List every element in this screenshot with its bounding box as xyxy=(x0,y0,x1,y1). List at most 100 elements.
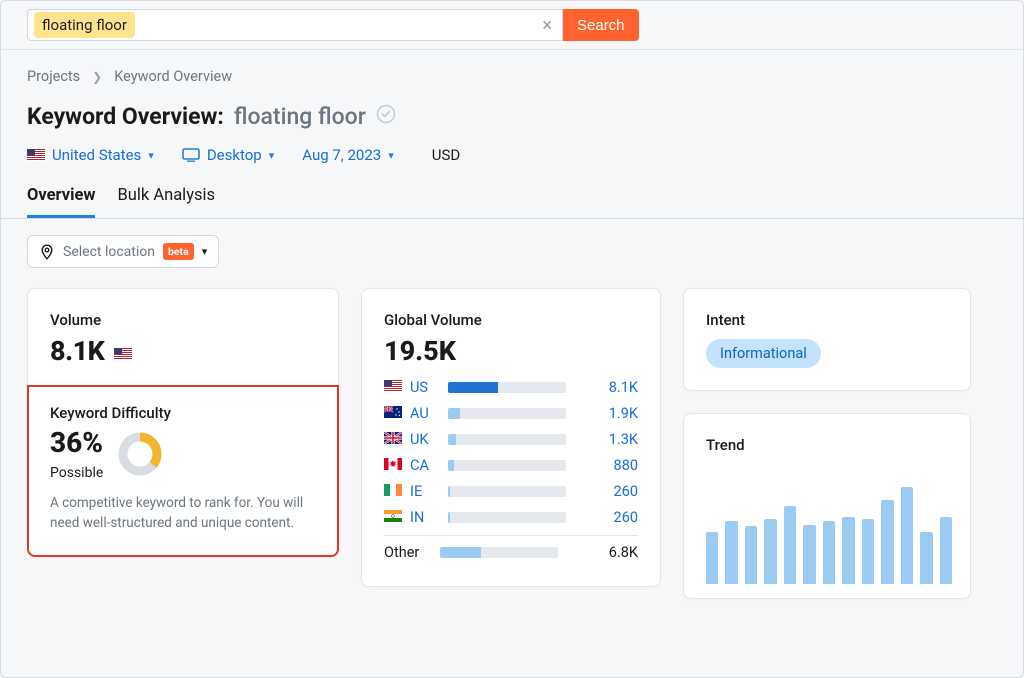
bar-fill xyxy=(448,382,498,393)
bar xyxy=(448,382,566,393)
trend-bar xyxy=(745,526,757,584)
us-flag-icon xyxy=(384,379,402,396)
country-list: US8.1K AU 1.9K UK 1.3K CA 880 IE 260 IN 260 xyxy=(384,379,638,526)
country-row[interactable]: IE 260 xyxy=(384,483,638,500)
bar xyxy=(440,547,558,558)
location-placeholder: Select location xyxy=(63,244,155,260)
country-filter[interactable]: United States ▾ xyxy=(27,146,154,164)
chevron-down-icon: ▾ xyxy=(388,149,394,162)
global-volume-value: 19.5K xyxy=(384,335,638,367)
us-flag-icon xyxy=(27,149,45,161)
location-row: Select location beta ▾ xyxy=(1,219,1023,268)
trend-bar xyxy=(901,487,913,584)
country-code: IN xyxy=(410,509,440,526)
country-value: 6.8K xyxy=(566,544,638,561)
volume-value: 8.1K xyxy=(50,335,104,367)
ca-flag-icon xyxy=(384,457,402,474)
currency-label: USD xyxy=(432,146,460,164)
tabs: Overview Bulk Analysis xyxy=(1,164,1023,219)
country-value: 260 xyxy=(574,509,638,526)
bar-fill xyxy=(448,408,460,419)
bar-fill xyxy=(448,434,456,445)
chevron-down-icon: ▾ xyxy=(269,149,275,162)
uk-flag-icon xyxy=(384,431,402,448)
country-value: 1.3K xyxy=(574,431,638,448)
chevron-down-icon: ▾ xyxy=(148,149,154,162)
app-window: floating floor × Search Projects ❯ Keywo… xyxy=(0,0,1024,678)
global-volume-card: Global Volume 19.5K US8.1K AU 1.9K UK 1.3K CA… xyxy=(361,288,661,587)
bar xyxy=(448,486,566,497)
volume-value-row: 8.1K xyxy=(50,335,316,367)
search-input-wrap[interactable]: floating floor × xyxy=(27,9,563,41)
kd-value: 36% xyxy=(50,426,103,459)
verified-icon xyxy=(376,104,396,130)
bar-fill xyxy=(440,547,481,558)
country-code: AU xyxy=(410,405,440,422)
beta-badge: beta xyxy=(163,243,194,260)
country-value: 880 xyxy=(574,457,638,474)
volume-section: Volume 8.1K xyxy=(28,289,338,386)
device-filter[interactable]: Desktop ▾ xyxy=(182,146,274,164)
trend-bar xyxy=(803,525,815,584)
country-row[interactable]: AU 1.9K xyxy=(384,405,638,422)
page-header: Projects ❯ Keyword Overview Keyword Over… xyxy=(1,50,1023,164)
country-value: 260 xyxy=(574,483,638,500)
breadcrumb-current: Keyword Overview xyxy=(114,68,232,85)
breadcrumb: Projects ❯ Keyword Overview xyxy=(27,68,997,85)
kd-description: A competitive keyword to rank for. You w… xyxy=(50,493,316,534)
page-title: Keyword Overview: floating floor xyxy=(27,103,997,130)
country-code: UK xyxy=(410,431,440,448)
trend-bar xyxy=(706,532,718,584)
bar xyxy=(448,408,566,419)
separator xyxy=(384,535,638,536)
location-select[interactable]: Select location beta ▾ xyxy=(27,235,219,268)
kd-level: Possible xyxy=(50,465,103,481)
breadcrumb-projects[interactable]: Projects xyxy=(27,68,80,85)
kd-value-row: 36% Possible xyxy=(50,426,316,481)
intent-card: Intent Informational xyxy=(683,288,971,391)
bar xyxy=(448,460,566,471)
trend-bar xyxy=(920,532,932,584)
date-filter-label: Aug 7, 2023 xyxy=(302,146,381,164)
bar xyxy=(448,434,566,445)
chevron-right-icon: ❯ xyxy=(92,70,102,84)
intent-chip: Informational xyxy=(706,339,821,368)
trend-bar xyxy=(842,517,854,584)
tab-bulk-analysis[interactable]: Bulk Analysis xyxy=(117,186,215,218)
ie-flag-icon xyxy=(384,483,402,500)
kd-donut-icon xyxy=(117,431,163,477)
country-row[interactable]: US8.1K xyxy=(384,379,638,396)
search-button[interactable]: Search xyxy=(563,9,639,41)
country-code: CA xyxy=(410,457,440,474)
trend-chart xyxy=(706,476,952,584)
country-code: US xyxy=(410,379,440,396)
title-label: Keyword Overview: xyxy=(27,103,224,130)
global-volume-label: Global Volume xyxy=(384,311,638,329)
country-row[interactable]: CA 880 xyxy=(384,457,638,474)
chevron-down-icon: ▾ xyxy=(202,245,208,258)
right-column: Intent Informational Trend xyxy=(683,288,971,599)
pin-icon xyxy=(39,244,55,260)
volume-label: Volume xyxy=(50,311,316,329)
country-row-other: Other 6.8K xyxy=(384,544,638,561)
intent-label: Intent xyxy=(706,311,948,329)
country-code: Other xyxy=(384,544,432,561)
country-row[interactable]: IN 260 xyxy=(384,509,638,526)
clear-icon[interactable]: × xyxy=(542,15,552,36)
country-code: IE xyxy=(410,483,440,500)
keyword-difficulty-section: Keyword Difficulty 36% Possible A compet… xyxy=(28,386,338,556)
date-filter[interactable]: Aug 7, 2023 ▾ xyxy=(302,146,393,164)
search-bar: floating floor × Search xyxy=(1,1,1023,50)
bar xyxy=(448,512,566,523)
volume-kd-card: Volume 8.1K Keyword Difficulty 36% Possi… xyxy=(27,288,339,557)
trend-bar xyxy=(862,519,874,584)
search-chip: floating floor xyxy=(34,12,135,38)
trend-bar xyxy=(823,521,835,584)
desktop-icon xyxy=(182,148,200,162)
bar-fill xyxy=(448,460,454,471)
filter-row: United States ▾ Desktop ▾ Aug 7, 2023 ▾ … xyxy=(27,146,997,164)
country-value: 1.9K xyxy=(574,405,638,422)
trend-bar xyxy=(764,519,776,584)
country-row[interactable]: UK 1.3K xyxy=(384,431,638,448)
tab-overview[interactable]: Overview xyxy=(27,186,95,218)
